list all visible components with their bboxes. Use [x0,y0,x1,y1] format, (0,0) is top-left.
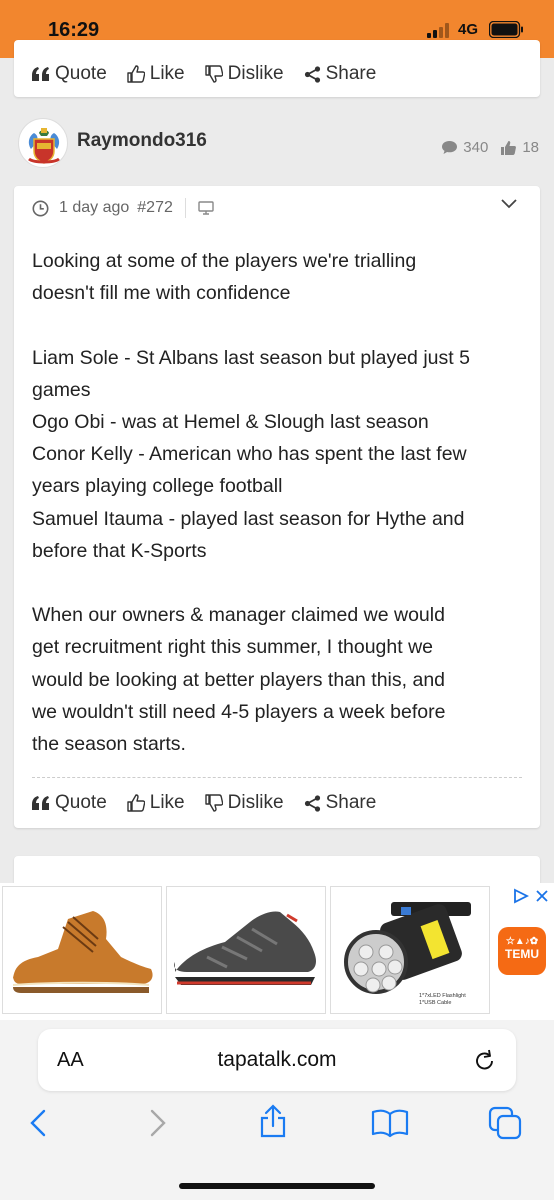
clock-icon [32,200,49,216]
ad-product-caption: 1*7xLED Flashlight 1*USB Cable [419,993,466,1006]
shoe-image [174,911,316,985]
likes-count: 18 [500,139,539,156]
signal-icon [427,22,453,38]
post-text-line: games [32,378,91,401]
share-button[interactable]: Share [304,792,376,814]
temu-logo[interactable]: ☆▲♪✿ TEMU [498,927,546,975]
thumbs-down-icon [204,794,223,812]
user-stats: 340 18 [429,139,539,156]
reload-icon[interactable] [474,1048,496,1072]
share-icon [304,65,320,83]
speech-bubble-icon [442,141,458,154]
thumbs-up-icon [127,794,145,812]
thumbs-down-icon [204,65,223,83]
ad-product-flashlight[interactable]: 1*7xLED Flashlight 1*USB Cable [330,886,490,1014]
post-text-line: would be looking at better players than … [32,668,446,691]
share-icon [304,794,320,812]
avatar[interactable] [18,118,68,168]
thumbs-up-icon [501,140,517,155]
like-button[interactable]: Like [127,792,185,814]
quote-button[interactable]: Quote [32,63,107,85]
like-button[interactable]: Like [127,63,185,85]
crest-icon [28,128,60,164]
thumbs-up-icon [127,65,145,83]
post-meta: 1 day ago #272 [32,198,214,218]
quote-icon [32,796,49,810]
quote-button[interactable]: Quote [32,792,107,814]
url-text[interactable]: tapatalk.com [0,1048,554,1072]
home-indicator [179,1183,375,1189]
post-text-line: we wouldn't still need 4-5 players a wee… [32,700,446,723]
post-text-line: When our owners & manager claimed we wou… [32,604,445,627]
network-type: 4G [458,21,479,38]
ad-choices-icon[interactable] [513,888,529,904]
quote-icon [32,67,49,81]
post-actions: Quote Like Dislike Share [32,791,396,815]
share-button[interactable]: Share [304,63,376,85]
ad-product-boots[interactable] [2,886,162,1014]
post-number: #272 [137,199,173,216]
dislike-button[interactable]: Dislike [204,63,284,85]
dislike-button[interactable]: Dislike [204,792,284,814]
close-icon[interactable] [535,889,549,903]
post-blank-line [32,309,532,341]
post-text-line: years playing college football [32,475,283,498]
posts-count: 340 [441,139,488,156]
post-text-line: get recruitment right this summer, I tho… [32,636,434,659]
post-text-line: Samuel Itauma - played last season for H… [32,507,465,530]
divider [32,777,522,778]
chevron-down-icon[interactable] [500,196,518,210]
desktop-icon [198,201,214,215]
post-text-line: before that K-Sports [32,539,207,562]
back-icon[interactable] [28,1108,48,1138]
post-text-line: the season starts. [32,733,186,756]
post-text-line: Ogo Obi - was at Hemel & Slough last sea… [32,411,429,434]
post-content: Looking at some of the players we're tri… [32,245,532,760]
ad-product-trainer[interactable] [166,886,326,1014]
previous-post-actions: Quote Like Dislike Share [32,62,396,86]
battery-icon [489,21,523,38]
bookmarks-icon[interactable] [371,1108,409,1138]
ad-banner[interactable]: 1*7xLED Flashlight 1*USB Cable [0,883,554,1020]
post-time: 1 day ago [59,199,130,216]
share-icon[interactable] [258,1104,288,1138]
tabs-icon[interactable] [488,1106,522,1140]
boot-image [12,911,153,993]
post-text-line: doesn't fill me with confidence [32,282,291,305]
post-text-line: Liam Sole - St Albans last season but pl… [32,346,470,369]
post-text-line: Looking at some of the players we're tri… [32,250,417,272]
username[interactable]: Raymondo316 [77,130,207,152]
status-time: 16:29 [48,19,100,41]
forward-icon[interactable] [148,1108,168,1138]
post-blank-line [32,567,532,599]
post-text-line: Conor Kelly - American who has spent the… [32,443,467,466]
